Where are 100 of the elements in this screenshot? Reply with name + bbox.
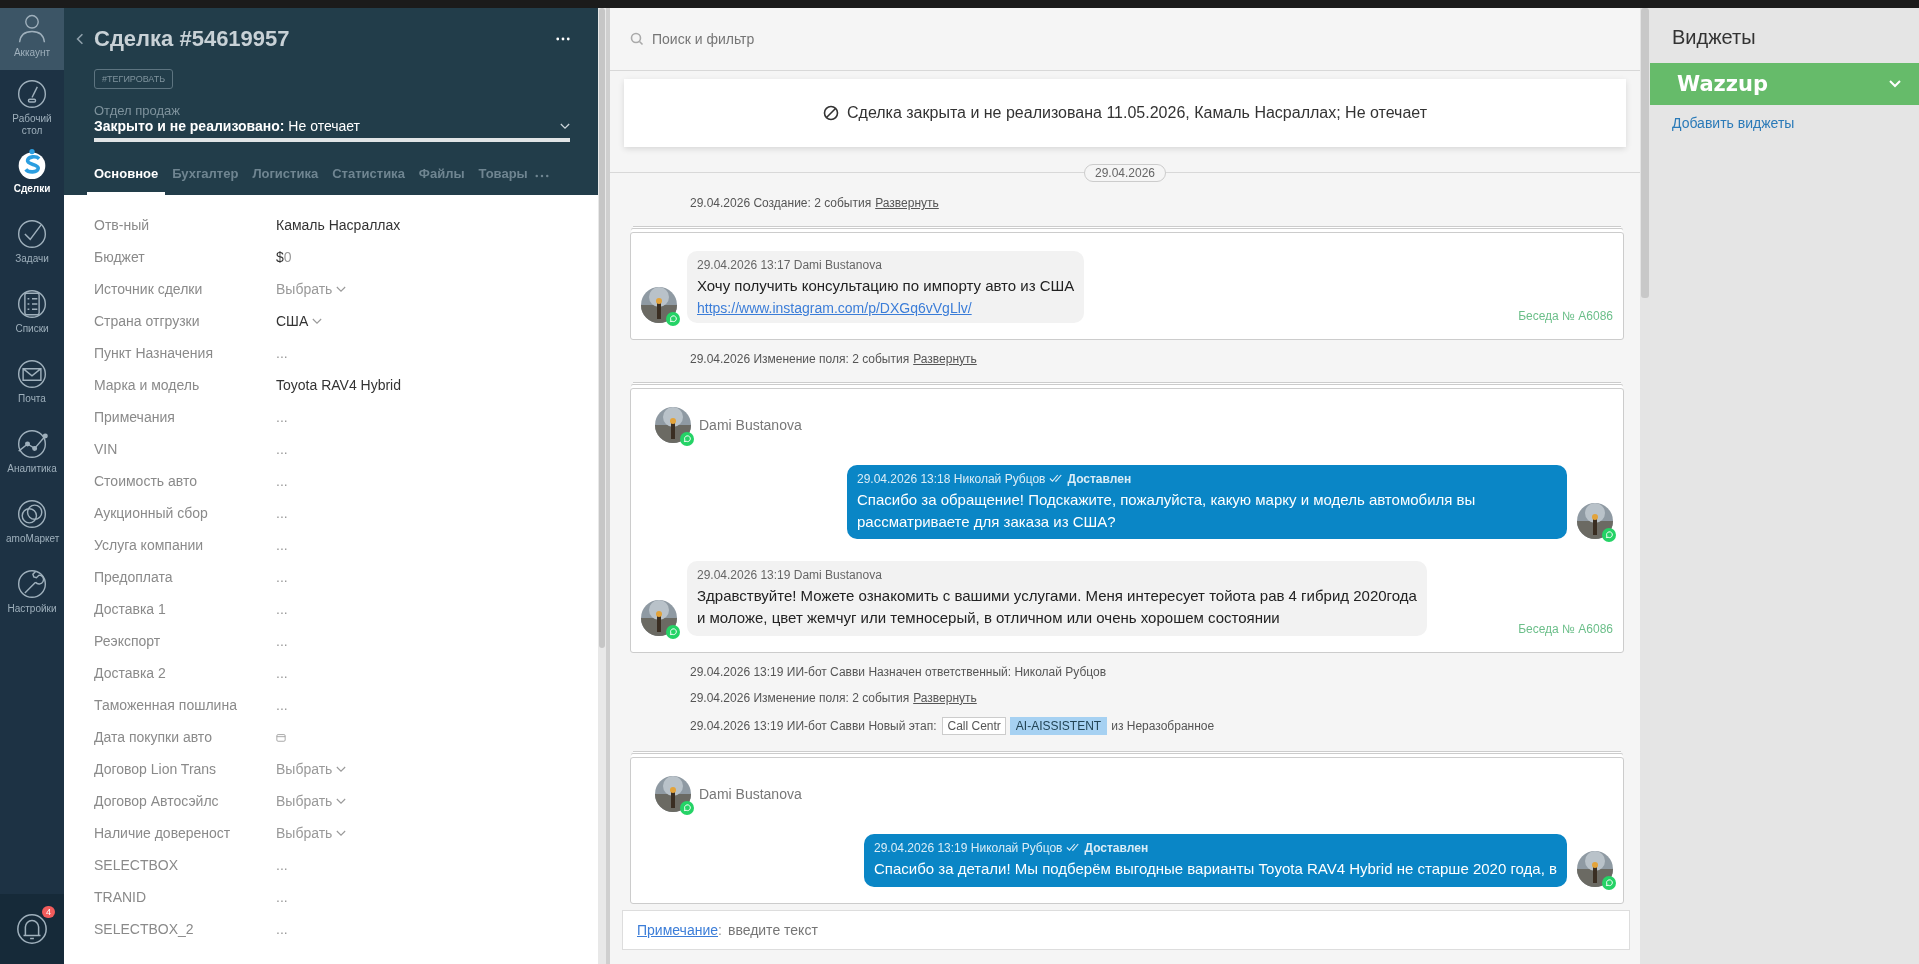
nav-item[interactable]: Настройки	[0, 560, 64, 630]
select-field[interactable]: Выбрать	[276, 761, 347, 777]
expand-link[interactable]: Развернуть	[875, 196, 939, 210]
conversation-link[interactable]: Беседа № А6086	[1518, 308, 1613, 323]
field-value[interactable]: ...	[276, 569, 288, 585]
field-label: VIN	[94, 441, 119, 457]
nav-item[interactable]: amoМаркет	[0, 490, 64, 560]
field-label: Пункт Назначения	[94, 345, 214, 361]
tab[interactable]: Товары	[471, 156, 535, 195]
field-value[interactable]: ...	[276, 857, 288, 873]
field-label: Доставка 2	[94, 665, 167, 681]
field-value[interactable]: ...	[276, 473, 288, 489]
field-label: Страна отгрузки	[94, 313, 201, 329]
field-label: Бюджет	[94, 249, 146, 265]
nav-item[interactable]: Списки	[0, 280, 64, 350]
scrollbar[interactable]	[1641, 8, 1649, 298]
widget-name: Wazzup	[1677, 72, 1768, 96]
status-select[interactable]: Отдел продаж Закрыто и не реализовано: Не отечает	[94, 103, 570, 142]
field-value[interactable]: $0	[276, 249, 292, 265]
field-value[interactable]: Toyota RAV4 Hybrid	[276, 377, 401, 393]
contact-name: Dami Bustanova	[699, 785, 802, 802]
event-text: 29.04.2026 Изменение поля: 2 события	[690, 690, 910, 705]
chart-icon	[16, 428, 48, 460]
double-check-icon	[1066, 843, 1081, 853]
notification-badge: 4	[42, 906, 55, 918]
search-field[interactable]: Поиск и фильтр	[650, 30, 1054, 48]
tab[interactable]: Статистика	[325, 156, 412, 195]
message-text: Спасибо за обращение! Подскажите, пожалуйста, какую марку и модель автомобиля вы рассматриваете для заказа из США?	[857, 489, 1477, 532]
field-label: Договор Lion Trans	[94, 761, 218, 777]
select-field[interactable]: Выбрать	[276, 825, 347, 841]
nav-item[interactable]: Аналитика	[0, 420, 64, 490]
deal-title: Сделка #54619957	[94, 26, 291, 52]
field-label: Примечания	[94, 409, 176, 425]
note-separator: :	[718, 922, 722, 938]
field-value[interactable]: ...	[276, 537, 288, 553]
note-field[interactable]: Примечание: введите текст	[622, 910, 1630, 950]
field-value[interactable]: ...	[276, 345, 288, 361]
widgets-title: Виджеты	[1672, 26, 1757, 49]
field-label: TRANID	[94, 889, 148, 905]
message-text: Хочу получить консультацию по импорту авто из США	[697, 276, 1075, 296]
event-text: 29.04.2026 Изменение поля: 2 события	[690, 351, 910, 366]
field-value[interactable]: Камаль Насраллах	[276, 217, 401, 233]
add-widgets-link[interactable]: Добавить виджеты	[1672, 115, 1795, 131]
pipeline-label: Отдел продаж	[94, 103, 181, 118]
field-label: Предоплата	[94, 569, 174, 585]
contact-name: Dami Bustanova	[699, 416, 802, 433]
tab[interactable]: Логистика	[245, 156, 326, 195]
field-label: Аукционный сбор	[94, 505, 209, 521]
date-chip: 29.04.2026	[1083, 164, 1167, 182]
field-value[interactable]: ...	[276, 665, 288, 681]
whatsapp-icon	[1602, 875, 1616, 890]
field-value[interactable]: ...	[276, 921, 288, 937]
select-field[interactable]: США	[276, 313, 323, 329]
chevron-icon	[336, 797, 347, 805]
whatsapp-icon	[1602, 528, 1616, 543]
speedometer-icon	[16, 78, 48, 110]
field-label: SELECTBOX	[94, 857, 180, 873]
field-value[interactable]: ...	[276, 697, 288, 713]
field-value[interactable]: ...	[276, 505, 288, 521]
stage-label: AI-AISSISTENT	[1009, 716, 1108, 735]
whatsapp-icon	[680, 800, 694, 815]
field-label: Марка и модель	[94, 377, 201, 393]
field-value[interactable]: ...	[276, 889, 288, 905]
message-meta: 29.04.2026 13:18 Николай Рубцов	[857, 471, 1046, 486]
field-label: SELECTBOX_2	[94, 921, 195, 937]
nav-item[interactable]: Аккаунт	[0, 8, 64, 70]
calendar-icon[interactable]	[276, 732, 286, 742]
double-check-icon	[1049, 474, 1064, 484]
field-label: Договор Автосэйлс	[94, 793, 220, 809]
tag-button[interactable]: #ТЕГИРОВАТЬ	[94, 69, 174, 89]
field-label: Реэкспорт	[94, 633, 162, 649]
nav-item[interactable]: Рабочий стол	[0, 70, 64, 140]
wrench-icon	[16, 568, 48, 600]
scrollbar[interactable]	[599, 8, 605, 648]
field-label: Источник сделки	[94, 281, 204, 297]
conversation-link[interactable]: Беседа № А6086	[1518, 621, 1613, 636]
status-value: Закрыто и не реализовано: Не отечает	[94, 118, 361, 134]
whatsapp-icon	[680, 431, 694, 446]
nav-item[interactable]: Задачи	[0, 210, 64, 280]
widget-header[interactable]: Wazzup	[1650, 63, 1919, 105]
field-value[interactable]: ...	[276, 601, 288, 617]
expand-link[interactable]: Развернуть	[913, 351, 977, 366]
message-link[interactable]: https://www.instagram.com/p/DXGq6vVgLlv/	[697, 299, 1075, 316]
back-icon[interactable]	[76, 32, 84, 46]
nav-item[interactable]: Почта	[0, 350, 64, 420]
field-value[interactable]: ...	[276, 441, 288, 457]
select-field[interactable]: Выбрать	[276, 281, 347, 297]
expand-link[interactable]: Развернуть	[913, 690, 977, 705]
select-field[interactable]: Выбрать	[276, 793, 347, 809]
field-value[interactable]: ...	[276, 633, 288, 649]
tab[interactable]: Основное	[87, 156, 166, 195]
more-icon[interactable]	[556, 37, 570, 41]
message-meta: 29.04.2026 13:19 Николай Рубцов	[874, 840, 1063, 855]
field-label: Доставка 1	[94, 601, 167, 617]
field-label: Услуга компании	[94, 537, 205, 553]
nav-item[interactable]: Сделки	[0, 140, 64, 210]
field-value[interactable]: ...	[276, 409, 288, 425]
tab[interactable]: Файлы	[411, 156, 472, 195]
tab[interactable]: Бухгалтер	[165, 156, 246, 195]
whatsapp-icon	[666, 624, 680, 639]
